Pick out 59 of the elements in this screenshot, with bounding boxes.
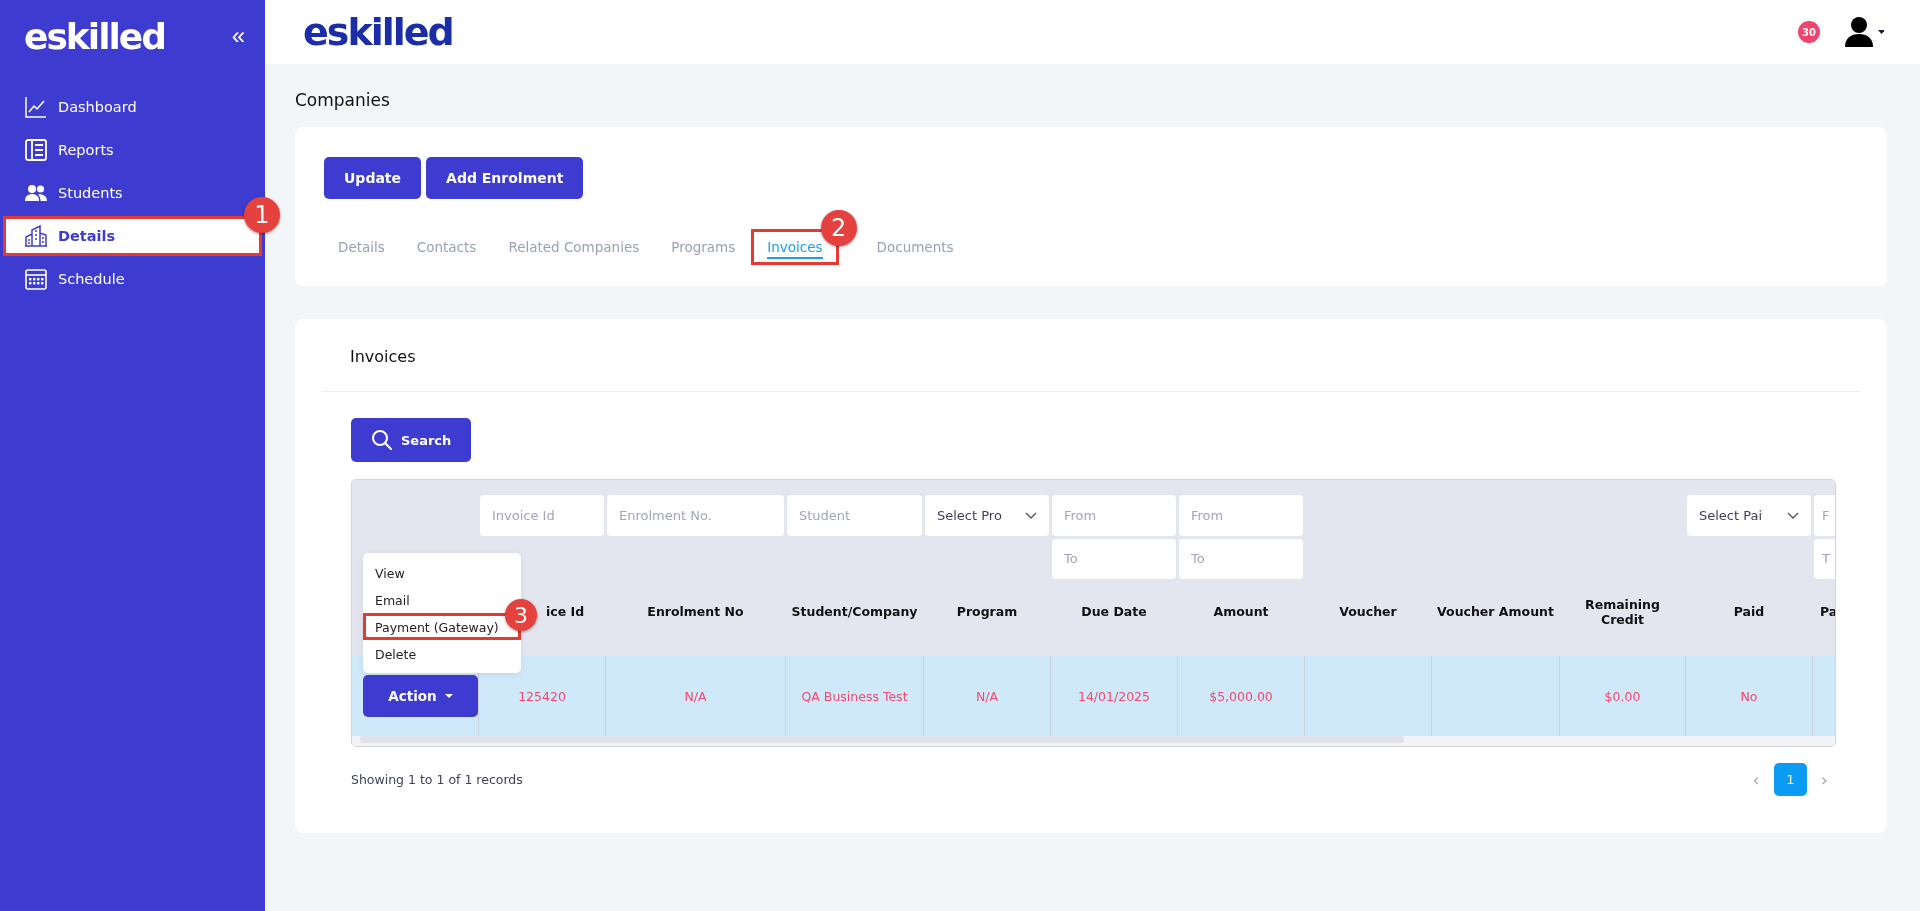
- calendar-icon: [24, 267, 48, 291]
- table-cell: No: [1740, 688, 1758, 704]
- chevron-down-icon: [1787, 511, 1799, 520]
- column-header: Program: [956, 604, 1018, 619]
- scrollbar[interactable]: [352, 736, 1835, 746]
- sidebar-item[interactable]: Schedule: [3, 259, 262, 299]
- menu-item[interactable]: View: [373, 565, 407, 582]
- column-header: Voucher Amount: [1437, 604, 1554, 619]
- logo: eskilled: [303, 10, 453, 54]
- column-header: ice Id: [546, 604, 585, 619]
- callout-badge: 3: [505, 599, 537, 631]
- table-cell: $5,000.00: [1209, 688, 1273, 704]
- column-header: Amount: [1213, 604, 1269, 619]
- collapse-button[interactable]: «: [231, 22, 245, 50]
- action-button[interactable]: Action: [363, 675, 478, 717]
- document-icon: [24, 138, 48, 162]
- table-cell: 125420: [518, 688, 566, 704]
- column-header: Remaining Credit: [1584, 596, 1661, 627]
- line-chart-icon: [24, 95, 48, 119]
- section-title: Invoices: [322, 319, 1860, 392]
- filter-field[interactable]: Invoice Id: [480, 495, 604, 536]
- caret-icon: [444, 693, 453, 699]
- table-cell: N/A: [684, 688, 707, 704]
- filter-field[interactable]: Enrolment No.: [607, 495, 784, 536]
- column-header: Voucher: [1339, 604, 1397, 619]
- record-count: Showing 1 to 1 of 1 records: [351, 772, 523, 787]
- column-header: Due Date: [1081, 604, 1147, 619]
- filter-dropdown[interactable]: Select Pai: [1687, 495, 1811, 536]
- notification-badge[interactable]: 30: [1798, 21, 1820, 43]
- search-button[interactable]: Search: [351, 418, 472, 462]
- column-header: Enrolment No: [647, 604, 744, 619]
- logo: eskilled: [24, 15, 165, 57]
- column-header: Student/Company: [791, 604, 918, 619]
- filter-field[interactable]: From: [1052, 495, 1176, 536]
- action-button[interactable]: Update: [324, 157, 422, 199]
- table-cell: N/A: [975, 688, 999, 704]
- menu-item[interactable]: Email: [373, 592, 412, 609]
- sidebar-item[interactable]: Dashboard: [3, 87, 262, 127]
- menu-item[interactable]: Delete: [373, 646, 419, 663]
- menu-item[interactable]: Payment (Gateway): [373, 619, 501, 636]
- table-cell: QA Business Test: [801, 688, 908, 704]
- sidebar-item[interactable]: Reports: [3, 130, 262, 170]
- filter-field[interactable]: Student: [787, 495, 922, 536]
- filter-field[interactable]: F: [1814, 495, 1835, 536]
- column-header: Paid: [1733, 604, 1765, 619]
- user-menu-icon[interactable]: [1844, 16, 1884, 48]
- page-title: Companies: [295, 90, 391, 110]
- chevron-down-icon: [1025, 511, 1037, 520]
- filter-field[interactable]: To: [1179, 538, 1303, 579]
- action-button[interactable]: Add Enrolment: [426, 157, 584, 199]
- filter-field[interactable]: T: [1814, 538, 1835, 579]
- filter-field[interactable]: To: [1052, 538, 1176, 579]
- table-cell: $0.00: [1604, 688, 1641, 704]
- filter-field[interactable]: From: [1179, 495, 1303, 536]
- building-icon: [24, 224, 48, 248]
- search-icon: [371, 429, 393, 451]
- table-cell: 14/01/2025: [1077, 688, 1150, 704]
- callout-badge: 1: [244, 197, 280, 233]
- filter-dropdown[interactable]: Select Pro: [925, 495, 1049, 536]
